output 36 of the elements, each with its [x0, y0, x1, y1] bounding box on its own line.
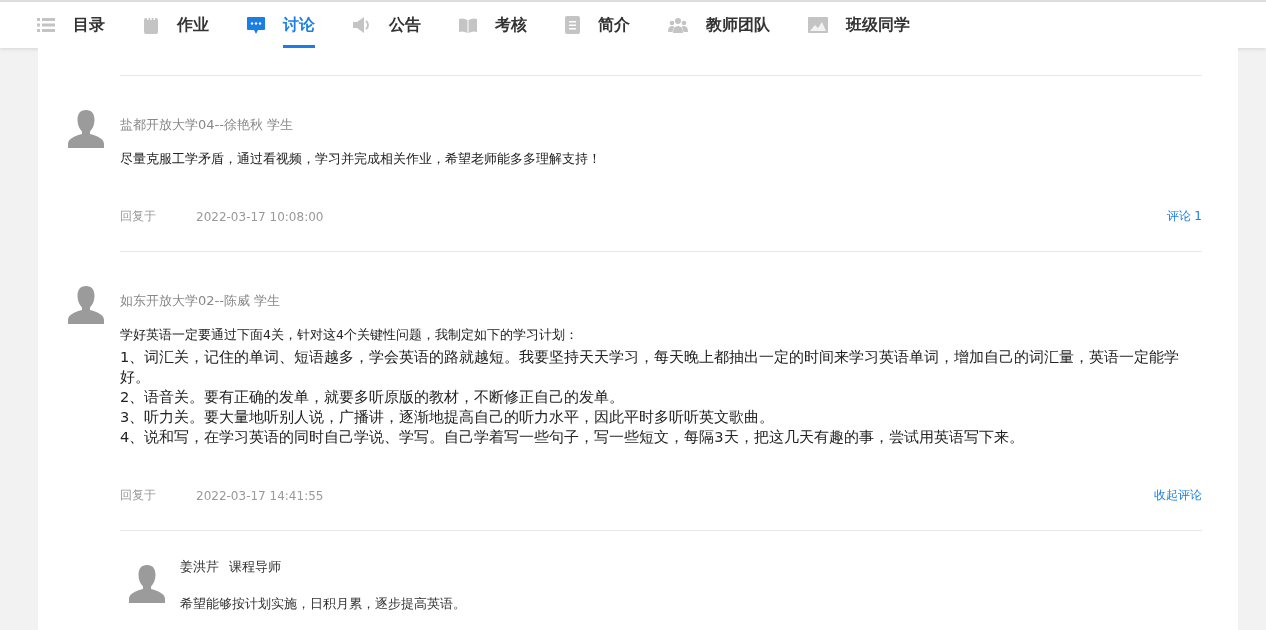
avatar-icon — [129, 565, 165, 603]
avatar-icon — [68, 286, 104, 324]
reply-author: 姜洪芹 — [180, 559, 219, 576]
post-author: 盐都开放大学04--徐艳秋 学生 — [120, 116, 295, 134]
post-time: 2022-03-17 14:41:55 — [196, 488, 324, 503]
reply-role: 课程导师 — [229, 559, 281, 576]
reply-label: 回复于 — [120, 487, 156, 504]
nav-tab[interactable]: 教师团队 — [668, 2, 770, 48]
picture-icon — [808, 17, 828, 33]
notebook-icon — [143, 16, 159, 34]
post-text: 1、词汇关，记住的单词、短语越多，学会英语的路就越短。我要坚持天天学习，每天晚上都抽出一定的时间来学习英语单词，增加自己的词汇量，英语一定能学好。 — [120, 347, 1181, 387]
book-icon — [459, 17, 477, 33]
nav-tab[interactable]: 目录 — [37, 2, 105, 48]
comment-link[interactable]: 收起评论 — [1154, 487, 1202, 504]
post-text: 3、听力关。要大量地听别人说，广播讲，逐渐地提高自己的听力水平，因此平时多听听英文歌曲。 — [120, 407, 776, 427]
post-text: 2、语音关。要有正确的发单，就要多听原版的教材，不断修正自己的发单。 — [120, 387, 626, 407]
nav-tab[interactable]: 简介 — [565, 2, 630, 48]
post-text: 4、说和写，在学习英语的同时自己学说、学写。自己学着写一些句子，写一些短文，每隔3天，把这几天有趣的事，尝试用英语写下来。 — [120, 427, 1025, 447]
list-icon — [37, 17, 55, 33]
post-text: 学好英语一定要通过下面4关，针对这4个关键性问题，我制定如下的学习计划： — [120, 327, 579, 344]
nav-tab[interactable]: 考核 — [459, 2, 527, 48]
post-text: 尽量克服工学矛盾，通过看视频，学习并完成相关作业，希望老师能多多理解支持！ — [120, 151, 602, 168]
nav-tab[interactable]: 公告 — [353, 2, 421, 48]
post-time: 2022-03-17 10:08:00 — [196, 209, 324, 224]
document-icon — [565, 16, 580, 34]
people-icon — [668, 17, 688, 33]
reply-label: 回复于 — [120, 208, 156, 225]
speaker-icon — [353, 17, 371, 33]
reply-text: 希望能够按计划实施，日积月累，逐步提高英语。 — [180, 596, 467, 613]
comment-link[interactable]: 评论 1 — [1166, 208, 1202, 225]
post-author: 如东开放大学02--陈威 学生 — [120, 292, 282, 310]
nav-tab[interactable]: 班级同学 — [808, 2, 910, 48]
chat-icon — [247, 16, 265, 34]
nav-tab[interactable]: 作业 — [143, 2, 209, 48]
nav-tab[interactable]: 讨论 — [247, 2, 315, 48]
avatar-icon — [68, 110, 104, 148]
